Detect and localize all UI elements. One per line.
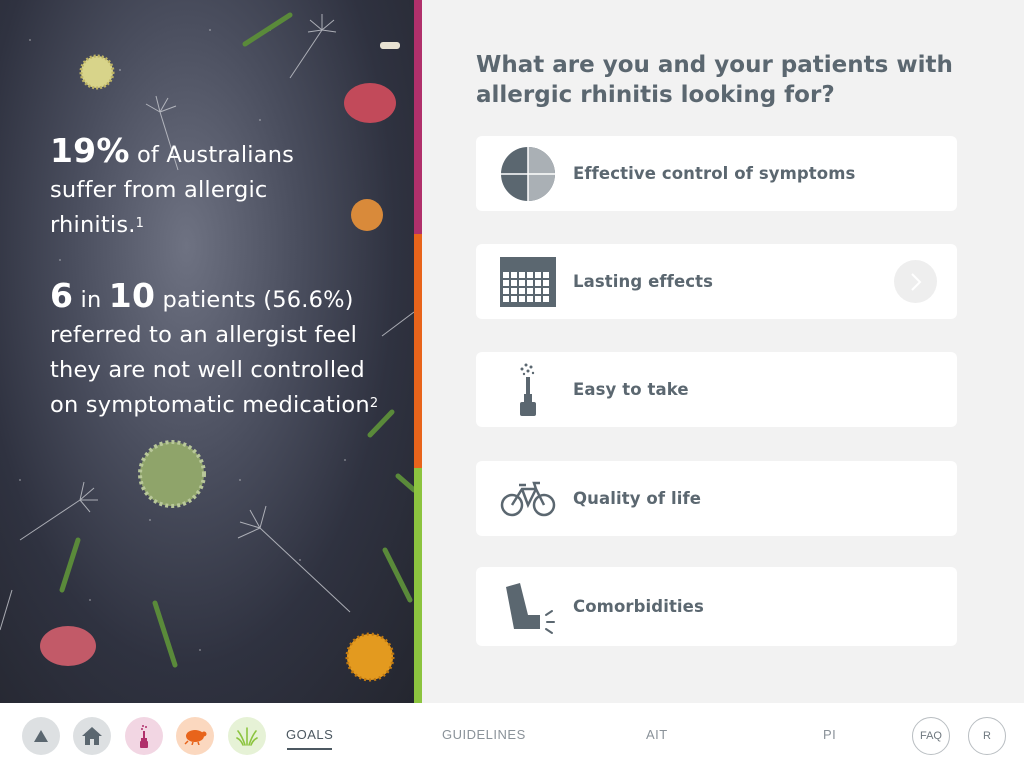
card-label: Lasting effects — [573, 272, 714, 291]
card-lasting-effects[interactable]: Lasting effects — [476, 244, 957, 319]
grass-icon[interactable] — [228, 717, 266, 755]
card-comorbidities[interactable]: Comorbidities — [476, 567, 957, 646]
nav-goals[interactable]: GOALS — [286, 727, 333, 742]
stat1-figure: 19% — [50, 131, 130, 170]
stat2-in: in — [73, 287, 109, 313]
stat2-figure-a: 6 — [50, 276, 74, 315]
calendar-icon — [500, 254, 556, 310]
chevron-right-icon[interactable] — [894, 260, 937, 303]
hero-panel: 19% of Australians suffer from allergic … — [0, 0, 414, 703]
page-question: What are you and your patients with alle… — [476, 52, 953, 108]
inhaler-icon — [500, 579, 556, 635]
r-button[interactable]: R — [968, 717, 1006, 755]
up-arrow-icon[interactable] — [22, 717, 60, 755]
card-label: Easy to take — [573, 380, 689, 399]
spray-bottle-icon — [500, 362, 556, 418]
stat-australians: 19% of Australians suffer from allergic … — [50, 133, 350, 243]
card-easy-to-take[interactable]: Easy to take — [476, 352, 957, 427]
nav-ait[interactable]: AIT — [646, 727, 668, 742]
goals-content: What are you and your patients with alle… — [422, 0, 1024, 703]
card-label: Effective control of symptoms — [573, 164, 856, 183]
spray-icon[interactable] — [125, 717, 163, 755]
card-label: Comorbidities — [573, 597, 704, 616]
nav-guidelines[interactable]: GUIDELINES — [442, 727, 526, 742]
pie-chart-icon — [500, 146, 556, 202]
faq-button[interactable]: FAQ — [912, 717, 950, 755]
stat2-reference: 2 — [369, 396, 379, 411]
card-quality-of-life[interactable]: Quality of life — [476, 461, 957, 536]
color-strip-bottom — [414, 468, 422, 703]
stat2-figure-b: 10 — [108, 276, 156, 315]
active-tab-underline — [287, 748, 332, 750]
mite-icon[interactable] — [176, 717, 214, 755]
card-label: Quality of life — [573, 489, 702, 508]
color-strip-top — [414, 0, 422, 234]
stat1-reference: 1 — [135, 216, 145, 231]
nav-pi[interactable]: PI — [823, 727, 836, 742]
card-effective-control[interactable]: Effective control of symptoms — [476, 136, 957, 211]
bottom-navigation: GOALS GUIDELINES AIT PI FAQ R — [0, 703, 1024, 768]
bicycle-icon — [500, 471, 556, 527]
color-strip-middle — [414, 234, 422, 468]
home-icon[interactable] — [73, 717, 111, 755]
stat-patients: 6 in 10 patients (56.6%) referred to an … — [50, 278, 390, 423]
